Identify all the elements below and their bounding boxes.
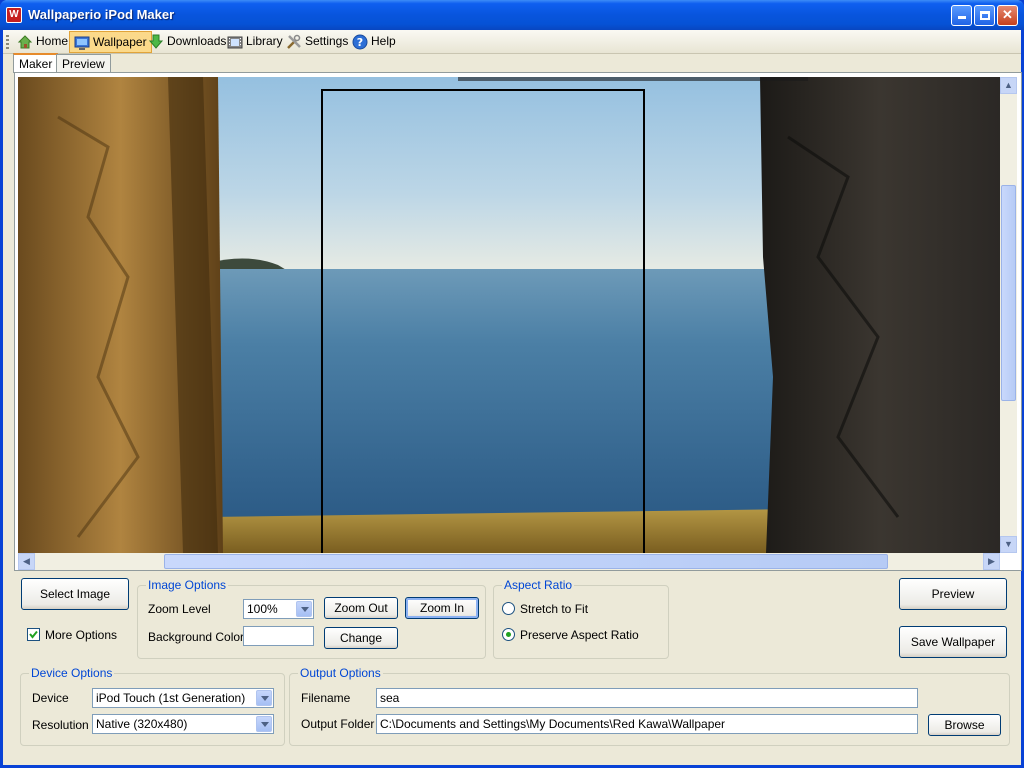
background-color-label: Background Color [148,630,245,644]
home-icon [17,35,33,49]
toolbar-home-label: Home [36,34,69,48]
image-options-title: Image Options [146,578,229,592]
aspect-ratio-title: Aspect Ratio [502,578,575,592]
film-library-icon [227,36,243,49]
toolbar-wallpaper-label: Wallpaper [93,35,147,49]
aspect-ratio-group: Aspect Ratio [493,578,669,659]
output-folder-label: Output Folder [301,717,375,731]
download-arrow-icon [148,34,164,49]
output-options-title: Output Options [298,666,383,680]
maker-panel: ▲ ▼ ◀ ▶ [14,72,1022,571]
more-options-label: More Options [45,628,118,642]
chevron-down-icon[interactable] [296,601,312,617]
device-select[interactable]: iPod Touch (1st Generation) [92,688,274,708]
device-label: Device [32,691,69,705]
horizontal-scrollbar[interactable]: ◀ ▶ [18,553,1000,570]
main-toolbar: Home Wallpaper Downloads Library Setting… [3,30,1021,54]
toolbar-settings[interactable]: Settings [282,31,352,53]
toolbar-downloads-label: Downloads [167,34,227,48]
preserve-aspect-ratio-radio[interactable] [502,628,515,641]
toolbar-help[interactable]: ? Help [348,31,400,53]
zoom-out-button[interactable]: Zoom Out [324,597,398,619]
more-options-checkbox[interactable] [27,628,40,641]
output-folder-input[interactable] [376,714,918,734]
tab-preview[interactable]: Preview [56,54,111,73]
scroll-up-button[interactable]: ▲ [1000,77,1017,94]
title-bar[interactable]: W Wallpaperio iPod Maker ✕ [0,0,1024,30]
maximize-button[interactable] [974,5,995,26]
toolbar-downloads[interactable]: Downloads [144,31,230,53]
toolbar-wallpaper[interactable]: Wallpaper [69,31,152,53]
toolbar-grip[interactable] [6,35,9,49]
zoom-level-label: Zoom Level [148,602,211,616]
svg-text:?: ? [357,36,363,49]
preserve-aspect-ratio-label: Preserve Aspect Ratio [520,628,639,642]
close-button[interactable]: ✕ [997,5,1018,26]
resolution-label: Resolution [32,718,89,732]
window-title: Wallpaperio iPod Maker [28,7,175,22]
toolbar-home[interactable]: Home [13,31,72,53]
tab-maker[interactable]: Maker [13,53,59,73]
toolbar-help-label: Help [371,34,396,48]
save-wallpaper-button[interactable]: Save Wallpaper [899,626,1007,658]
select-image-button[interactable]: Select Image [21,578,129,610]
resolution-value: Native (320x480) [96,717,188,731]
chevron-down-icon[interactable] [256,690,272,706]
app-icon: W [6,7,22,23]
toolbar-library-label: Library [246,34,283,48]
device-options-title: Device Options [29,666,115,680]
stretch-to-fit-radio[interactable] [502,602,515,615]
resolution-select[interactable]: Native (320x480) [92,714,274,734]
checkmark-icon [29,630,38,639]
maximize-icon [979,11,990,20]
device-value: iPod Touch (1st Generation) [96,691,246,705]
tab-preview-label: Preview [62,57,105,71]
scroll-down-button[interactable]: ▼ [1000,536,1017,553]
filename-input[interactable] [376,688,918,708]
filename-label: Filename [301,691,351,705]
wallpaper-image [18,77,1000,553]
preview-button[interactable]: Preview [899,578,1007,610]
zoom-level-select[interactable]: 100% [243,599,314,619]
minimize-icon [957,16,966,19]
change-color-button[interactable]: Change [324,627,398,649]
zoom-level-value: 100% [247,602,278,616]
chevron-down-icon[interactable] [256,716,272,732]
close-icon: ✕ [1002,7,1013,22]
minimize-button[interactable] [951,5,972,26]
stretch-to-fit-label: Stretch to Fit [520,602,589,616]
tab-maker-label: Maker [19,57,53,71]
output-options-group: Output Options [289,666,1010,746]
toolbar-library[interactable]: Library [223,31,287,53]
device-options-group: Device Options [20,666,285,746]
horizontal-scroll-thumb[interactable] [164,554,888,569]
browse-button[interactable]: Browse [928,714,1001,736]
image-canvas[interactable] [18,77,1000,553]
tools-icon [287,34,301,49]
toolbar-settings-label: Settings [305,34,349,48]
zoom-in-button[interactable]: Zoom In [405,597,479,619]
app-window: W Wallpaperio iPod Maker ✕ Home Wallpape… [0,0,1024,768]
monitor-icon [74,36,90,50]
background-color-swatch [243,626,314,646]
vertical-scroll-thumb[interactable] [1001,185,1016,401]
vertical-scrollbar[interactable]: ▲ ▼ [1000,77,1017,553]
scroll-right-button[interactable]: ▶ [983,553,1000,570]
help-icon: ? [352,34,368,50]
scroll-left-button[interactable]: ◀ [18,553,35,570]
